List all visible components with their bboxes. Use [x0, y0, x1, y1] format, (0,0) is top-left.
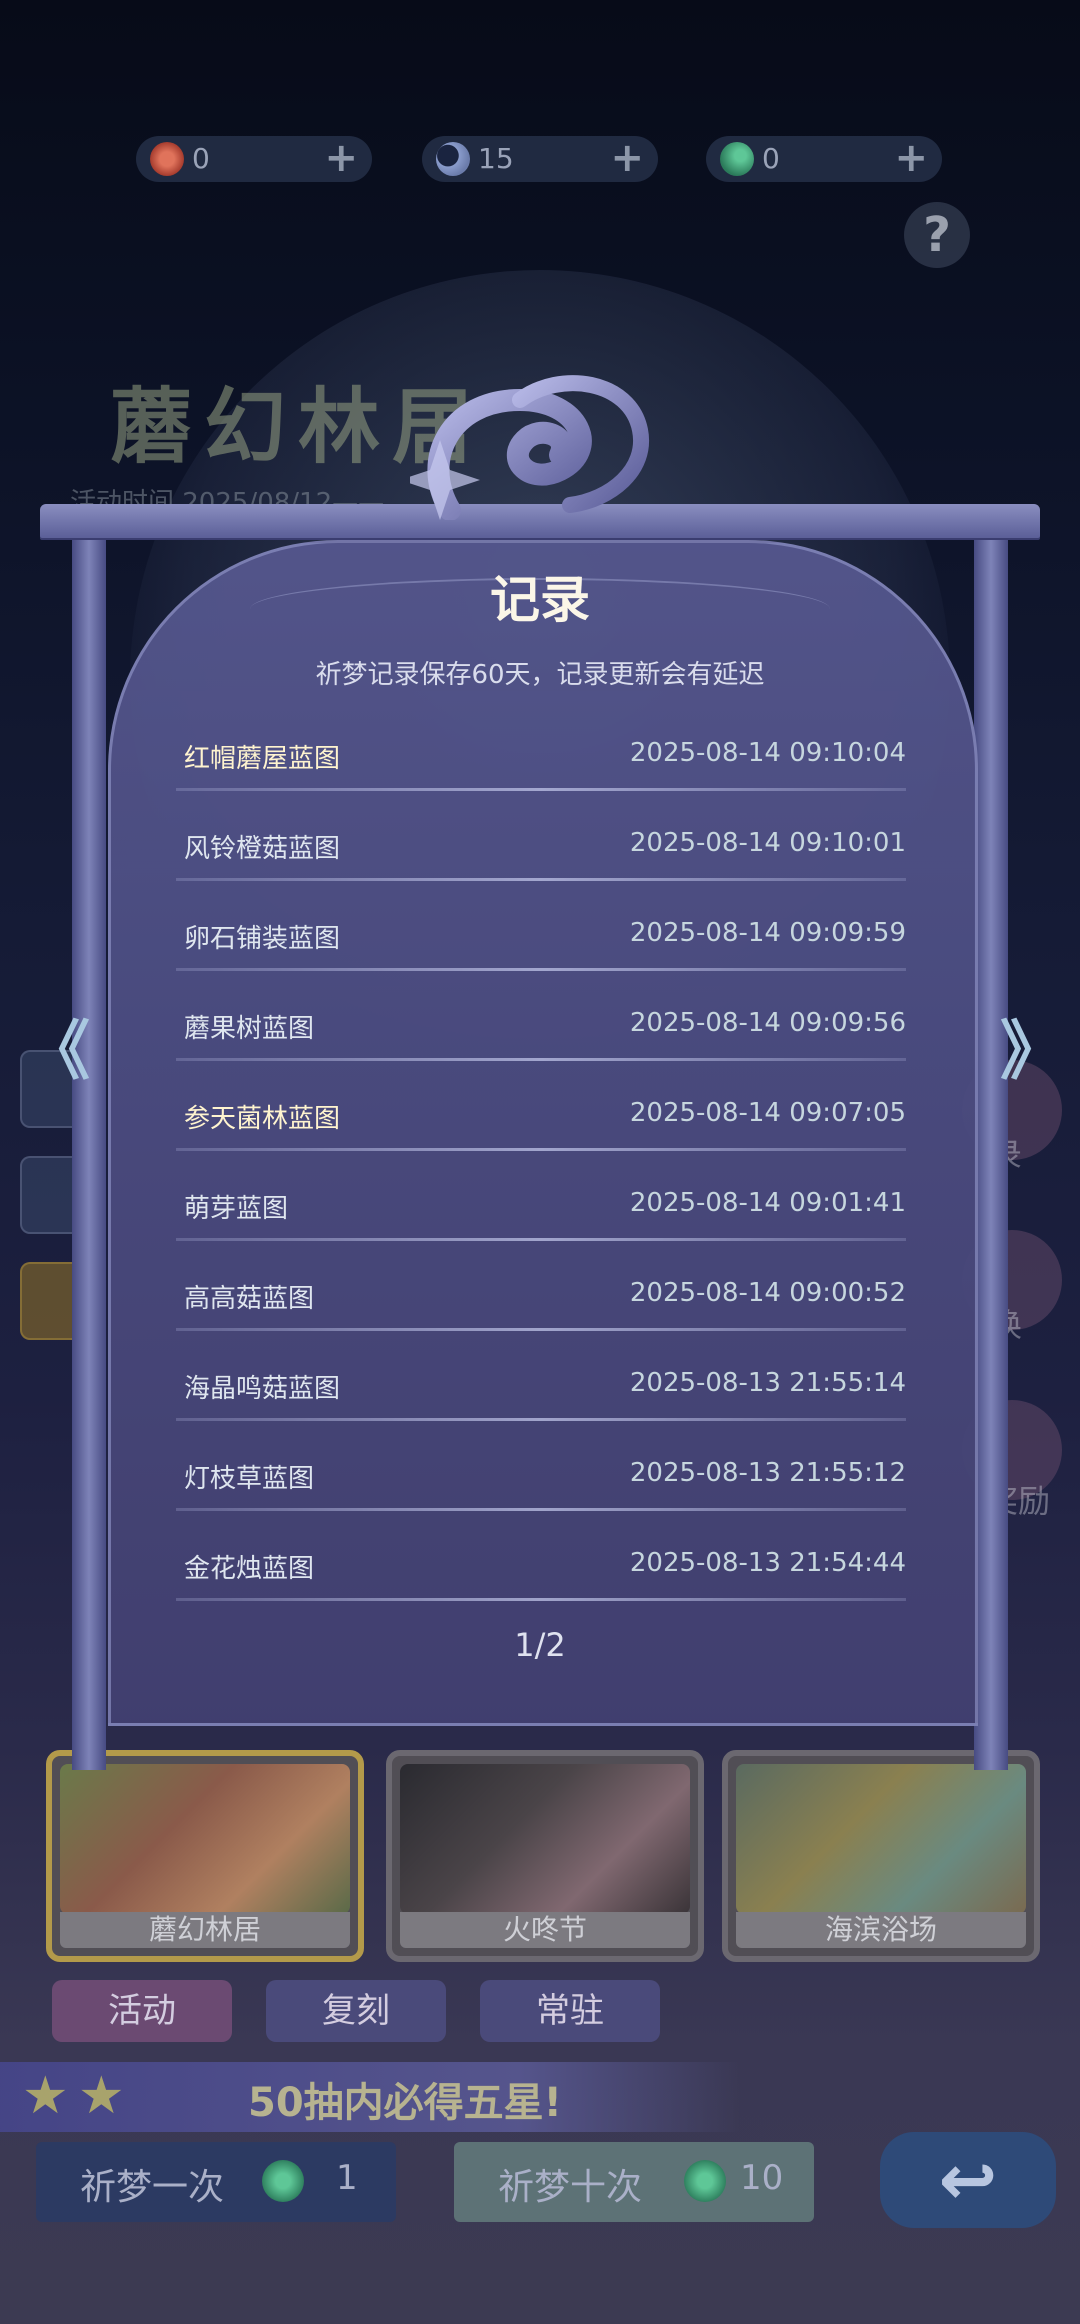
record-time: 2025-08-14 09:09:59 — [629, 918, 906, 948]
star-icon: ★ — [22, 2066, 69, 2126]
pool-label: 火咚节 — [400, 1912, 690, 1948]
record-divider — [176, 878, 906, 881]
pray-once-button[interactable]: 祈梦一次 1 — [36, 2142, 396, 2222]
record-time: 2025-08-14 09:10:04 — [629, 738, 906, 768]
record-time: 2025-08-14 09:09:56 — [629, 1008, 906, 1038]
record-row: 萌芽蓝图 2025-08-14 09:01:41 — [176, 1172, 906, 1262]
guarantee-text: 50抽内必得五星! — [248, 2080, 562, 2126]
pray-ten-label: 祈梦十次 — [498, 2167, 643, 2208]
record-title: 记录 — [490, 571, 590, 629]
record-item-name: 金花烛蓝图 — [184, 1554, 315, 1584]
star-icon: ★ — [78, 2066, 125, 2126]
tab-rerun[interactable]: 复刻 — [266, 1980, 446, 2042]
next-page-arrow[interactable]: 》 — [1000, 1000, 1064, 1092]
pool-label: 蘑幻林居 — [60, 1912, 350, 1948]
record-row: 红帽蘑屋蓝图 2025-08-14 09:10:04 — [176, 722, 906, 812]
record-divider — [176, 1508, 906, 1511]
tab-rerun-label: 复刻 — [322, 1991, 390, 2031]
record-row: 参天菌林蓝图 2025-08-14 09:07:05 — [176, 1082, 906, 1172]
tab-permanent-label: 常驻 — [536, 1991, 604, 2031]
page-indicator: 1/2 — [514, 1626, 566, 1664]
record-subtitle: 祈梦记录保存60天，记录更新会有延迟 — [315, 660, 765, 690]
record-row: 蘑果树蓝图 2025-08-14 09:09:56 — [176, 992, 906, 1082]
record-divider — [176, 1058, 906, 1061]
record-time: 2025-08-14 09:00:52 — [629, 1278, 906, 1308]
record-row: 金花烛蓝图 2025-08-13 21:54:44 — [176, 1532, 906, 1622]
moon-icon — [436, 142, 470, 176]
pool-art-beach — [736, 1764, 1026, 1914]
green-leaf-icon — [262, 2160, 304, 2202]
help-button[interactable]: ? — [904, 202, 970, 268]
record-divider — [176, 1238, 906, 1241]
record-item-name: 高高菇蓝图 — [184, 1284, 315, 1314]
record-item-name: 蘑果树蓝图 — [184, 1014, 315, 1044]
record-row: 灯枝草蓝图 2025-08-13 21:55:12 — [176, 1442, 906, 1532]
pray-ten-cost: 10 — [740, 2158, 784, 2198]
record-row: 海晶鸣菇蓝图 2025-08-13 21:55:14 — [176, 1352, 906, 1442]
record-divider — [176, 1148, 906, 1151]
record-row: 卵石铺装蓝图 2025-08-14 09:09:59 — [176, 902, 906, 992]
pool-art-fire — [400, 1764, 690, 1914]
record-time: 2025-08-14 09:07:05 — [629, 1098, 906, 1128]
pool-card-mushroom[interactable]: 蘑幻林居 — [46, 1750, 364, 1962]
add-flower-button[interactable]: + — [324, 136, 358, 180]
record-time: 2025-08-13 21:55:12 — [629, 1458, 906, 1488]
green-leaf-icon — [720, 142, 754, 176]
record-item-name: 海晶鸣菇蓝图 — [184, 1374, 341, 1404]
pool-label: 海滨浴场 — [736, 1912, 1026, 1948]
pray-once-label: 祈梦一次 — [80, 2167, 225, 2208]
currency-moon: 15 + — [422, 136, 658, 182]
record-divider — [176, 968, 906, 971]
currency-leaf-value: 0 — [762, 142, 780, 175]
record-item-name: 参天菌林蓝图 — [184, 1104, 341, 1134]
record-time: 2025-08-14 09:01:41 — [629, 1188, 906, 1218]
modal-left-pillar — [72, 530, 106, 1770]
record-item-name: 灯枝草蓝图 — [184, 1464, 315, 1494]
currency-flower-value: 0 — [192, 142, 210, 175]
currency-flower: 0 + — [136, 136, 372, 182]
pray-ten-button[interactable]: 祈梦十次 10 — [454, 2142, 814, 2222]
tab-activity[interactable]: 活动 — [52, 1980, 232, 2042]
record-item-name: 卵石铺装蓝图 — [184, 924, 341, 954]
record-row: 高高菇蓝图 2025-08-14 09:00:52 — [176, 1262, 906, 1352]
modal-right-pillar — [974, 530, 1008, 1770]
add-leaf-button[interactable]: + — [894, 136, 928, 180]
pray-once-cost: 1 — [336, 2158, 358, 2198]
record-row: 风铃橙菇蓝图 2025-08-14 09:10:01 — [176, 812, 906, 902]
pool-card-beach[interactable]: 海滨浴场 — [722, 1750, 1040, 1962]
modal-crest-ornament — [410, 375, 650, 520]
record-time: 2025-08-13 21:54:44 — [629, 1548, 906, 1578]
pool-card-fire[interactable]: 火咚节 — [386, 1750, 704, 1962]
pool-art-mushroom — [60, 1764, 350, 1914]
tab-activity-label: 活动 — [108, 1991, 176, 2031]
record-divider — [176, 1328, 906, 1331]
record-item-name: 萌芽蓝图 — [184, 1194, 289, 1224]
currency-leaf: 0 + — [706, 136, 942, 182]
record-divider — [176, 1598, 906, 1601]
record-time: 2025-08-13 21:55:14 — [629, 1368, 906, 1398]
red-flower-icon — [150, 142, 184, 176]
record-time: 2025-08-14 09:10:01 — [629, 828, 906, 858]
tab-permanent[interactable]: 常驻 — [480, 1980, 660, 2042]
currency-moon-value: 15 — [478, 142, 514, 175]
record-item-name: 红帽蘑屋蓝图 — [184, 744, 341, 774]
add-moon-button[interactable]: + — [610, 136, 644, 180]
record-item-name: 风铃橙菇蓝图 — [184, 834, 341, 864]
record-divider — [176, 1418, 906, 1421]
record-divider — [176, 788, 906, 791]
guarantee-banner: ★ ★ 50抽内必得五星! — [0, 2062, 740, 2132]
back-button[interactable]: ↩ — [880, 2132, 1056, 2228]
green-leaf-icon — [684, 2160, 726, 2202]
prev-page-arrow[interactable]: 《 — [26, 1000, 90, 1092]
